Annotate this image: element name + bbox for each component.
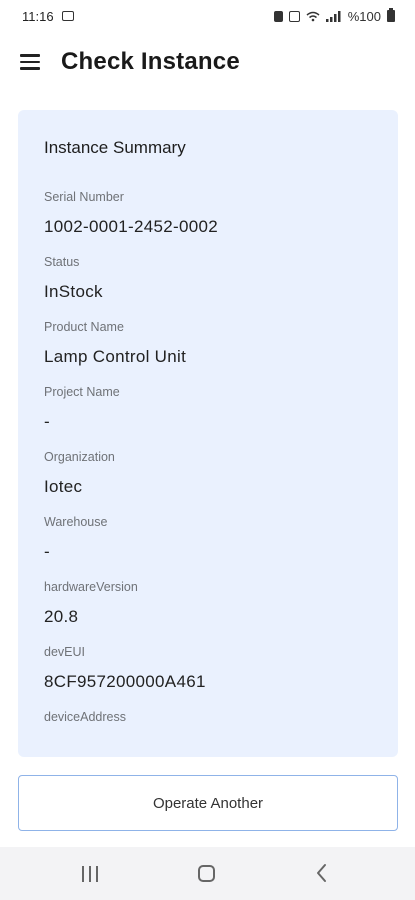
field-value (44, 736, 374, 758)
field-label: deviceAddress (44, 710, 126, 724)
lock-icon (273, 10, 283, 22)
card-title: Instance Summary (44, 138, 186, 157)
field-value: 1002-0001-2452-0002 (44, 217, 218, 236)
field-status: Status InStock (44, 253, 374, 303)
field-value: - (44, 542, 50, 561)
signal-icon (325, 10, 341, 22)
field-label: Project Name (44, 385, 120, 399)
field-value: - (44, 412, 50, 431)
field-hardware-version: hardwareVersion 20.8 (44, 578, 374, 628)
nfc-icon (288, 10, 300, 22)
field-project-name: Project Name - (44, 383, 374, 433)
hamburger-menu-icon[interactable] (16, 48, 44, 76)
field-organization: Organization Iotec (44, 448, 374, 498)
field-serial-number: Serial Number 1002-0001-2452-0002 (44, 188, 374, 238)
status-bar: 11:16 %100 (0, 0, 415, 34)
system-nav-bar (0, 847, 415, 900)
field-label: Warehouse (44, 515, 108, 529)
field-label: devEUI (44, 645, 85, 659)
field-label: Product Name (44, 320, 124, 334)
image-icon (62, 11, 74, 21)
field-dev-eui: devEUI 8CF957200000A461 (44, 643, 374, 693)
field-label: Status (44, 255, 80, 269)
battery-text: %100 (347, 8, 381, 24)
field-label: Organization (44, 450, 115, 464)
status-icons: %100 (273, 8, 395, 24)
field-value: Iotec (44, 477, 83, 496)
wifi-icon (306, 11, 320, 21)
status-time: 11:16 (22, 9, 54, 24)
field-label: Serial Number (44, 190, 124, 204)
app-bar: Check Instance (0, 34, 415, 90)
field-value: 20.8 (44, 607, 79, 626)
field-product-name: Product Name Lamp Control Unit (44, 318, 374, 368)
field-value: 8CF957200000A461 (44, 672, 206, 691)
back-icon[interactable] (314, 863, 330, 883)
field-label: hardwareVersion (44, 580, 138, 594)
battery-icon (387, 8, 395, 22)
home-icon[interactable] (198, 865, 215, 882)
recent-apps-icon[interactable] (82, 866, 100, 882)
page-title: Check Instance (61, 48, 240, 75)
operate-another-button[interactable]: Operate Another (18, 775, 398, 831)
instance-summary-card: Instance Summary Serial Number 1002-0001… (18, 110, 398, 757)
field-value: Lamp Control Unit (44, 347, 187, 366)
field-value: InStock (44, 282, 103, 301)
field-warehouse: Warehouse - (44, 513, 374, 563)
field-device-address: deviceAddress (44, 708, 374, 758)
